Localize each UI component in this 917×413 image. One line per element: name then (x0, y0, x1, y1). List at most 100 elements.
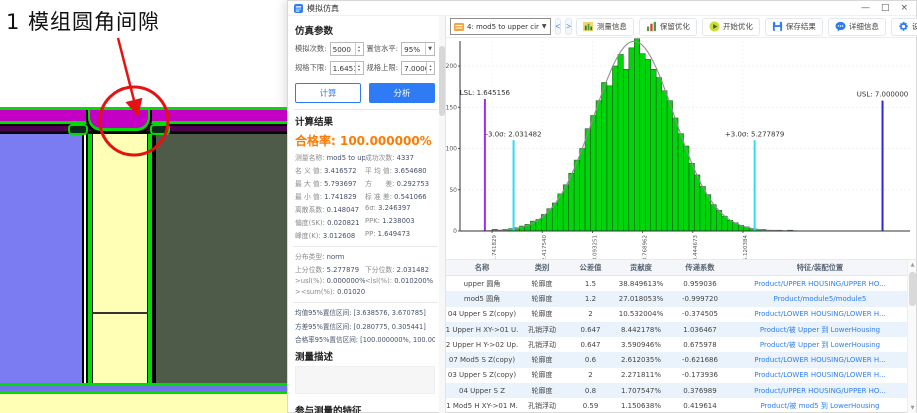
stat-left: 最 小 值: 1.741829 (295, 193, 357, 201)
feature-link[interactable]: Product/LOWER HOUSING/LOWER H... (733, 368, 907, 383)
table-row[interactable]: 03 Upper S Z(copy) 轮廓度 2 2.271811% -0.173936… (446, 368, 907, 383)
stat-row: 名 义 值: 3.416572 平 均 值: 3.654680 (295, 165, 435, 175)
cell-name: 02 Upper H Y->02 Up... (446, 340, 518, 349)
usl-label: USL: 7.000000 (857, 91, 908, 99)
stat-right: PPK: 1.238003 (365, 217, 415, 225)
table-row[interactable]: 07 Mod5 S Z(copy) 轮廓度 0.6 2.612035% -0.62168… (446, 352, 907, 368)
scroll-down-icon[interactable]: ▼ (908, 403, 916, 413)
cad-yellow-divider (92, 312, 148, 314)
histogram-bar (727, 220, 734, 232)
panel-scrollbar[interactable] (439, 16, 445, 413)
cad-notch-fill (90, 110, 148, 128)
toolbar-button-gear[interactable]: 设置 (890, 17, 917, 36)
minimize-button[interactable]: — (861, 3, 870, 13)
dist-right (365, 288, 435, 296)
cell-category: 轮廓度 (531, 371, 553, 380)
close-button[interactable]: × (900, 3, 908, 13)
toolbar-button-chart[interactable]: 测量信息 (575, 17, 634, 36)
confidence-value: 95% (404, 44, 421, 54)
table-row[interactable]: 02 Upper H Y->02 Up... 孔销浮动 0.647 3.590946%… (446, 337, 907, 352)
measurement-selector[interactable]: 4: mod5 to upper cir ▼ (450, 18, 551, 35)
next-measurement-button[interactable]: > (565, 18, 572, 35)
stat-left: 测量名称: mod5 to upper · (295, 154, 365, 162)
toolbar-button-chat[interactable]: 详细信息 (827, 17, 886, 36)
cell-category: 轮廓度 (531, 386, 553, 395)
stat-row: 最 大 值: 5.793697 方 差: 0.292753 (295, 178, 435, 188)
table-row[interactable]: mod5 圆角 轮廓度 1.2 27.018053% -0.999720 Product/… (446, 291, 907, 307)
scrollbar-thumb[interactable] (439, 46, 445, 116)
sim-count-label: 模拟次数: (295, 44, 327, 53)
chevron-down-icon[interactable]: ▼ (425, 43, 434, 55)
histogram-bar (617, 54, 624, 232)
table-row[interactable]: upper 圆角 轮廓度 1.5 38.849613% 0.959036 Product/… (446, 276, 907, 291)
maximize-button[interactable]: □ (881, 3, 890, 13)
stat-left: 峰度(K): 3.012608 (295, 232, 356, 240)
lsl-input[interactable]: 1.645156 ▴▾ (329, 61, 364, 75)
title-bar: 模拟仿真 — □ × (288, 1, 916, 16)
cell-name: 01 Upper H XY->01 U... (446, 325, 518, 334)
spinner-icon[interactable]: ▴ ▾ (354, 43, 363, 55)
distribution-type: 分布类型: norm (295, 253, 345, 261)
histogram-chart: LSL: 1.645156 -3.0σ: 2.031482 +3.0σ: 5.277… (446, 38, 910, 259)
toolbar-button-optimize[interactable]: 保留优化 (638, 17, 697, 36)
table-row[interactable]: 04 Upper S Z 轮廓度 0.8 1.707547% 0.376989 Produ… (446, 383, 907, 399)
simulation-panel: 仿真参数 模拟次数: 5000 ▴ ▾ 置信水平: 95% ▼ 规格下限: 1.… (288, 16, 446, 413)
feature-link[interactable]: Product/被 Upper 到 LowerHousing (733, 337, 907, 352)
calculate-button[interactable]: 计算 (295, 83, 361, 103)
scroll-up-icon[interactable]: ▲ (908, 260, 916, 270)
table-row[interactable]: 01 Upper H XY->01 U... 孔销浮动 0.647 8.442178%… (446, 321, 907, 338)
cell-contribution: 2.612035% (620, 356, 662, 365)
stat-right: 标 准 差: 0.541066 (365, 193, 427, 201)
spinner-icon[interactable]: ▴ ▾ (354, 62, 363, 74)
usl-input[interactable]: 7.000000 ▴▾ (401, 61, 435, 75)
sim-count-input[interactable]: 5000 ▴ ▾ (329, 42, 364, 56)
stat-right: PP: 1.649473 (365, 230, 411, 238)
feature-link[interactable]: Product/LOWER HOUSING/LOWER H... (733, 352, 907, 367)
feature-link[interactable]: Product/被 mod5 到 LowerHousing (733, 398, 907, 413)
stat-row: 偏度(SK): 0.020821 PPK: 1.238003 (295, 217, 435, 227)
header-cell: 类别 (534, 262, 550, 272)
usl-value: 7.000000 (404, 63, 426, 73)
cell-name: 04 Upper S Z(copy) (447, 310, 517, 319)
y-tick-label: 0 (453, 228, 457, 235)
scrollbar-thumb[interactable] (909, 272, 916, 306)
confidence-select[interactable]: 95% ▼ (401, 42, 435, 56)
table-scrollbar[interactable]: ▲ ▼ (907, 260, 916, 413)
cell-tolerance: 0.647 (580, 325, 601, 334)
x-tick-label: 2.417540 (542, 235, 548, 259)
toolbar-button-play[interactable]: 开始优化 (701, 17, 760, 36)
feature-link[interactable]: Product/被 Upper 到 LowerHousing (733, 322, 907, 337)
histogram-bar (634, 38, 641, 232)
prev-measurement-button[interactable]: < (554, 18, 562, 35)
spinner-icon[interactable]: ▴ ▾ (426, 62, 434, 74)
analyze-button[interactable]: 分析 (369, 83, 435, 103)
histogram-bar (721, 215, 728, 232)
cell-coefficient: 0.376989 (683, 386, 717, 395)
histogram-bar (606, 85, 613, 232)
dist-row: 上分位数: 5.277879 下分位数: 2.031482 (295, 264, 435, 274)
histogram-bar (601, 82, 608, 232)
cell-coefficient: 0.959036 (683, 279, 717, 288)
feature-link[interactable]: Product/UPPER HOUSING/UPPER HO... (733, 383, 907, 398)
feature-link[interactable]: Product/module5/module5 (733, 291, 907, 306)
toolbar-button-save[interactable]: 保存结果 (764, 17, 823, 36)
cell-tolerance: 1.2 (584, 294, 597, 303)
histogram-bar (650, 69, 657, 232)
measure-description-input[interactable] (295, 366, 435, 394)
cell-name: mod5 圆角 (463, 294, 501, 303)
cell-coefficient: 0.419614 (683, 402, 717, 411)
table-row[interactable]: 01 Mod5 H XY->01 M... 孔销浮动 0.59 1.150638% 0.… (446, 398, 907, 413)
cell-contribution: 27.018053% (618, 294, 664, 303)
toolbar: 4: mod5 to upper cir ▼ < > 测量信息 保留优化 开始优化保… (446, 16, 917, 38)
histogram-bar (655, 77, 662, 232)
y-tick-label: 50 (449, 187, 457, 194)
cell-name: 04 Upper S Z (458, 386, 506, 395)
cell-category: 轮廓度 (531, 279, 553, 288)
y-tick-label: 100 (446, 146, 457, 153)
dist-right: <lsl(%): 0.010200% (365, 277, 434, 285)
feature-link[interactable]: Product/LOWER HOUSING/LOWER H... (733, 307, 907, 322)
table-row[interactable]: 04 Upper S Z(copy) 轮廓度 2 10.532004% -0.37450… (446, 307, 907, 322)
feature-link[interactable]: Product/UPPER HOUSING/UPPER HO... (733, 276, 907, 291)
histogram-bar (666, 100, 673, 232)
confidence-label: 置信水平: (366, 44, 399, 53)
